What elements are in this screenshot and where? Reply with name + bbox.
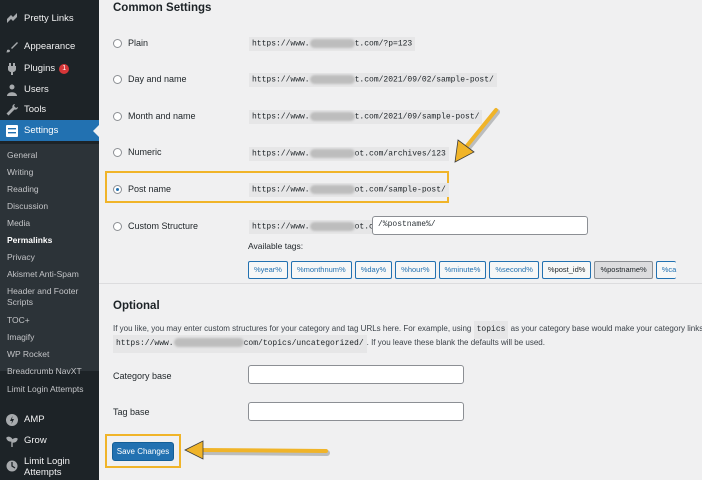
annotation-arrows <box>184 108 500 460</box>
arrow-to-save-button <box>184 440 330 460</box>
arrow-to-post-name <box>454 108 500 163</box>
